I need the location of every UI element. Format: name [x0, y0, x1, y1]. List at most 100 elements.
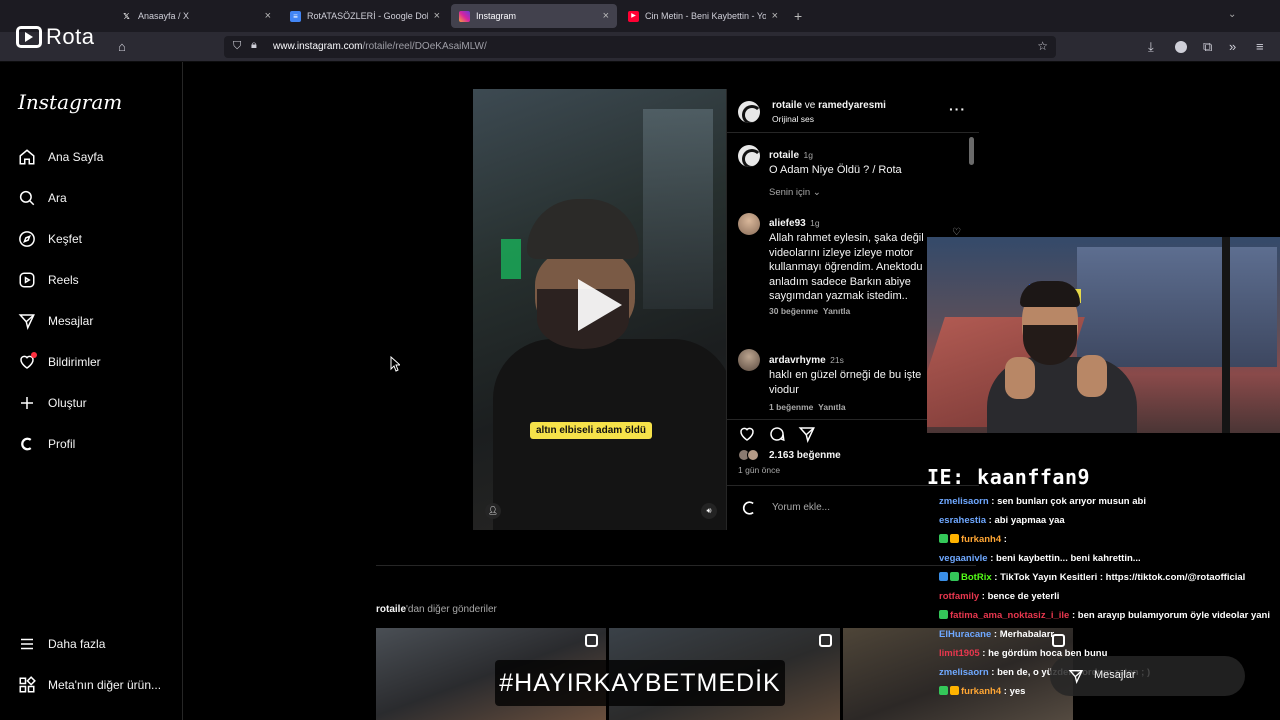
nav-messages[interactable]: Mesajlar [17, 309, 93, 333]
author-connector: ve [804, 100, 816, 111]
streamer-hair [1020, 281, 1080, 307]
home-button[interactable]: ⌂ [118, 39, 126, 54]
close-tab-icon[interactable]: × [772, 10, 778, 22]
play-icon[interactable] [578, 279, 622, 331]
more-options-icon[interactable]: ··· [949, 101, 966, 117]
comment-sort-dropdown[interactable]: Senin için ⌄ [769, 187, 821, 198]
comment-user[interactable]: ardavrhyme [769, 355, 826, 366]
overflow-chevron-icon[interactable]: » [1229, 39, 1236, 54]
nav-home[interactable]: Ana Sayfa [17, 145, 103, 169]
comment-likes[interactable]: 1 beğenme [769, 402, 813, 412]
url-text[interactable]: www.instagram.com/rotaile/reel/DOeKAsaiM… [273, 41, 487, 52]
reply-button[interactable]: Yanıtla [818, 402, 845, 412]
browser-tab[interactable]: ▶ Cin Metin - Beni Kaybettin - YouTube × [620, 4, 786, 28]
nav-search[interactable]: Ara [17, 186, 67, 210]
browser-tab-active[interactable]: Instagram × [451, 4, 617, 28]
plus-icon [17, 393, 37, 413]
nav-notifications[interactable]: Bildirimler [17, 350, 101, 374]
new-tab-button[interactable]: + [794, 8, 802, 24]
chevron-down-icon: ⌄ [812, 187, 821, 198]
chat-username: limit1905 [939, 648, 980, 659]
lock-icon[interactable]: 🔒︎ [251, 39, 257, 52]
send-icon [1068, 670, 1084, 684]
chat-message: vegaanivle : beni kaybettin... beni kahr… [939, 549, 1271, 568]
share-send-icon[interactable] [798, 425, 816, 443]
chat-text: : abi yapmaa yaa [986, 515, 1065, 526]
nav-label: Daha fazla [48, 637, 106, 651]
emoji-icon[interactable] [739, 498, 759, 518]
play-box-icon [16, 26, 42, 48]
caption-avatar[interactable] [738, 145, 760, 167]
send-icon [17, 311, 37, 331]
likes-count[interactable]: 2.163 beğenme [769, 450, 841, 461]
reel-icon [585, 634, 598, 647]
more-posts-user[interactable]: rotaile [376, 604, 406, 615]
section-divider [376, 565, 976, 566]
commenter-avatar[interactable] [738, 213, 760, 235]
browser-tab-bar: 𝕏 Anasayfa / X × ≡ RotATASÖZLERİ - Googl… [0, 0, 1280, 32]
comment-text: haklı en güzel örneği de bu işte viodur [769, 369, 922, 396]
nav-more[interactable]: Daha fazla [17, 632, 105, 656]
reel-video[interactable]: altın elbiseli adam öldü 👤︎ 🔊︎ [473, 89, 726, 530]
nav-label: Oluştur [48, 396, 87, 410]
caption-text: O Adam Niye Öldü ? / Rota [769, 164, 902, 176]
commenter-avatar[interactable] [738, 349, 760, 371]
comment-input[interactable]: Yorum ekle... [772, 502, 830, 513]
chat-text: : beni kaybettin... beni kahrettin... [987, 553, 1141, 564]
app-menu-icon[interactable]: ≡ [1256, 39, 1264, 54]
shield-icon[interactable]: ⛉ [233, 40, 241, 53]
nav-create[interactable]: Oluştur [17, 391, 87, 415]
comment-user[interactable]: aliefe93 [769, 218, 806, 229]
webcam-window-frame [1222, 237, 1230, 433]
browser-tab[interactable]: 𝕏 Anasayfa / X × [113, 4, 279, 28]
list-tabs-chevron-icon[interactable]: ⌄ [1228, 9, 1236, 20]
close-tab-icon[interactable]: × [265, 10, 271, 22]
author-avatar[interactable] [738, 101, 760, 123]
messages-pill-label: Mesajlar [1094, 669, 1136, 681]
mute-icon[interactable]: 🔊︎ [701, 503, 717, 519]
messages-pill[interactable]: Mesajlar [1050, 656, 1245, 696]
downloads-icon[interactable]: ⤓ [1148, 39, 1154, 55]
browser-nav-bar: ⌂ ⛉ 🔒︎ www.instagram.com/rotaile/reel/DO… [0, 32, 1280, 62]
nav-explore[interactable]: Keşfet [17, 227, 82, 251]
close-tab-icon[interactable]: × [603, 10, 609, 22]
author-link[interactable]: rotaile [772, 100, 802, 111]
comments-scrollbar[interactable] [969, 137, 974, 165]
search-icon [17, 188, 37, 208]
nav-label: Reels [48, 273, 79, 287]
reply-button[interactable]: Yanıtla [823, 306, 850, 316]
tab-title: Cin Metin - Beni Kaybettin - YouTube [645, 11, 766, 21]
chat-username: fatima_ama_noktasiz_i_ile [950, 610, 1070, 621]
chat-username: vegaanivle [939, 553, 988, 564]
hashtag-banner: #HAYIRKAYBETMEDİK [495, 660, 785, 706]
coauthor-link[interactable]: ramedyaresmi [818, 100, 886, 111]
audio-label[interactable]: Orijinal ses [772, 114, 814, 124]
nav-reels[interactable]: Reels [17, 268, 79, 292]
comment-text: Allah rahmet eylesin, şaka değil videola… [769, 232, 924, 302]
meta-grid-icon [17, 675, 37, 695]
comment-bubble-icon[interactable] [768, 425, 786, 443]
more-posts-suffix: 'dan diğer gönderiler [406, 604, 497, 615]
reels-icon [17, 270, 37, 290]
tagged-people-icon[interactable]: 👤︎ [485, 503, 501, 519]
instagram-logo[interactable]: Instagram [18, 90, 122, 114]
caption-user[interactable]: rotaile [769, 150, 799, 161]
chat-badge-icon [950, 572, 959, 581]
more-posts-heading: rotaile'dan diğer gönderiler [376, 604, 497, 615]
sort-label: Senin için [769, 187, 811, 198]
nav-label: Meta'nın diğer ürün... [48, 678, 162, 692]
extensions-icon[interactable]: ⧉ [1203, 39, 1212, 55]
bookmark-star-icon[interactable]: ☆ [1037, 39, 1048, 53]
streamer-hand [1005, 357, 1035, 399]
browser-tab[interactable]: ≡ RotATASÖZLERİ - Google Dokümanlar × [282, 4, 448, 28]
like-heart-icon[interactable] [738, 425, 756, 443]
chat-badge-icon [939, 534, 948, 543]
comment-likes[interactable]: 30 beğenme [769, 306, 818, 316]
liked-by-avatars[interactable] [738, 448, 766, 462]
nav-profile[interactable]: Profil [17, 432, 75, 456]
url-bar[interactable]: ⛉ 🔒︎ www.instagram.com/rotaile/reel/DOeK… [224, 36, 1056, 58]
account-icon[interactable] [1175, 41, 1187, 53]
close-tab-icon[interactable]: × [434, 10, 440, 22]
nav-meta-products[interactable]: Meta'nın diğer ürün... [17, 673, 161, 697]
chat-text: : sen bunları çok arıyor musun abi [988, 496, 1146, 507]
